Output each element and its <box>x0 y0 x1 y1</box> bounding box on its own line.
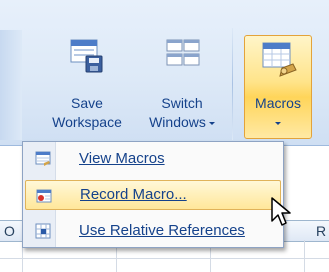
switch-windows-label-line1: Switch <box>161 95 203 111</box>
column-header-o: O <box>4 223 15 239</box>
save-workspace-label-line2: Workspace <box>52 114 122 130</box>
menu-item-view-macros[interactable]: View Macros <box>25 144 281 174</box>
macros-label: Macros <box>255 95 301 111</box>
menu-item-label: Use Relative References <box>79 222 245 239</box>
switch-windows-icon <box>166 39 200 66</box>
macros-button[interactable]: Macros <box>244 35 312 139</box>
mouse-pointer-icon <box>271 197 291 226</box>
save-workspace-button[interactable]: Save Workspace <box>42 35 132 135</box>
view-macros-icon <box>35 151 51 166</box>
ribbon-group-separator <box>232 28 233 140</box>
grid-line <box>0 258 329 259</box>
ribbon-view-tab: Save Workspace Switch Windows Macros <box>0 0 329 146</box>
macros-dropdown-menu: View Macros Record Macro... Use Relative… <box>22 141 284 248</box>
menu-item-use-relative-references[interactable]: Use Relative References <box>25 216 281 246</box>
ribbon-group-edge <box>0 30 22 140</box>
relative-references-icon <box>35 223 51 239</box>
dropdown-arrow-icon <box>208 121 215 125</box>
column-header-r: R <box>316 223 327 239</box>
menu-item-label: View Macros <box>79 150 165 167</box>
macros-icon <box>262 42 297 77</box>
switch-windows-label-text: Windows <box>149 114 206 130</box>
switch-windows-label-line2: Windows <box>136 114 228 130</box>
switch-windows-button[interactable]: Switch Windows <box>136 35 228 135</box>
record-macro-icon <box>36 189 52 203</box>
grid-line <box>304 240 305 272</box>
save-workspace-label-line1: Save <box>71 95 103 111</box>
save-workspace-icon <box>70 39 103 73</box>
macros-dropdown-arrow-icon <box>245 114 311 130</box>
menu-item-label: Record Macro... <box>80 186 187 203</box>
menu-item-record-macro[interactable]: Record Macro... <box>25 180 281 210</box>
